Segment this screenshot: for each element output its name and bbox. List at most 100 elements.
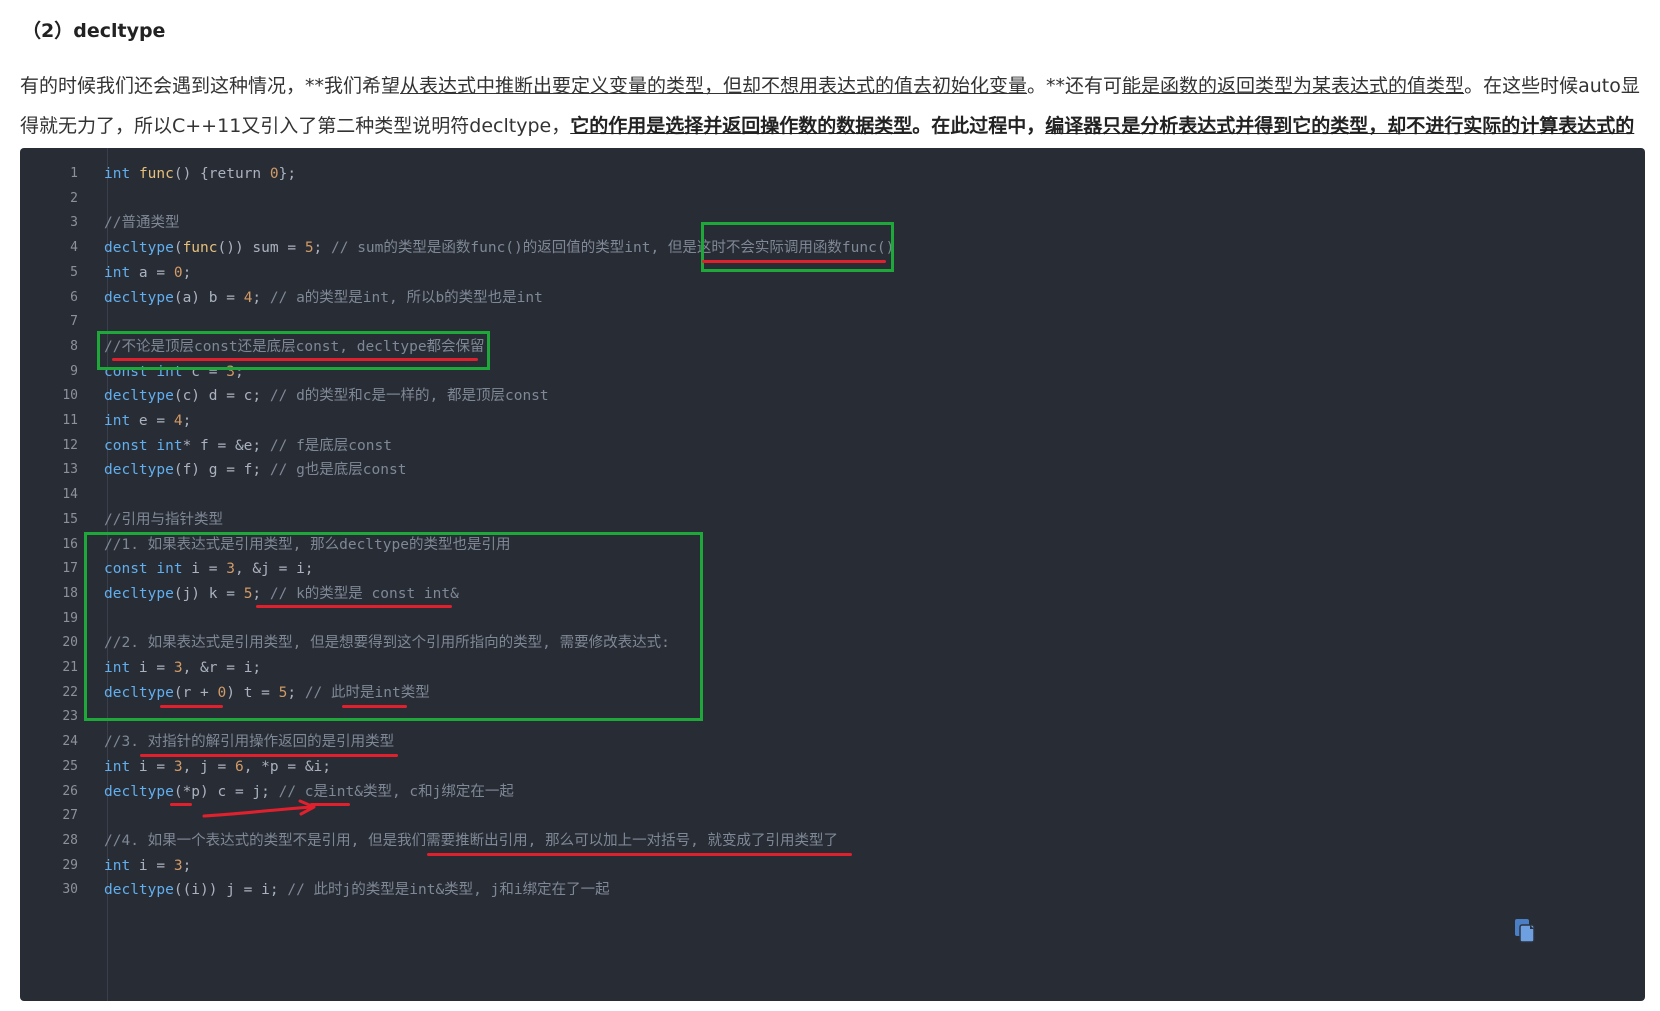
line-number: 6 — [70, 289, 78, 305]
line-number: 15 — [62, 511, 78, 527]
line-number: 9 — [70, 363, 78, 379]
annotation-underline — [112, 358, 478, 361]
code-token: ((i)) j = i; — [173, 882, 288, 899]
code-token: int — [104, 264, 131, 281]
code-line: int i = 3, j = 6, *p = &i; — [104, 754, 331, 780]
intro-underlined-text: 能是函数的返回类型为某表达式的值类型 — [1122, 75, 1465, 97]
code-token: (f) g = f; — [173, 462, 270, 479]
code-token: i = — [130, 857, 174, 874]
code-token: ()) sum = — [217, 240, 305, 257]
line-number: 2 — [70, 190, 78, 206]
code-block: 1 2 3 4 5 6 7 8 9 10 11 12 13 14 15 16 17 18 19 20 21 22 23 24 2… — [20, 148, 1645, 1001]
code-token: func — [138, 166, 174, 182]
code-token: }; — [278, 166, 297, 182]
code-token: ; — [252, 289, 270, 306]
annotation-box-func — [701, 222, 894, 272]
annotation-underline — [140, 754, 398, 757]
code-token: () {return — [173, 166, 270, 182]
code-token: , j = — [182, 758, 235, 775]
code-token: , *p = &i; — [243, 758, 332, 775]
code-token: // a的类型是int, 所以b的类型也是int — [269, 289, 543, 306]
code-token: int — [104, 166, 131, 182]
code-token: // g也是底层const — [269, 462, 407, 479]
annotation-underline — [170, 803, 192, 806]
line-number: 24 — [62, 734, 78, 750]
code-line: decltype(f) g = f; // g也是底层const — [104, 457, 406, 483]
line-number: 7 — [70, 314, 78, 330]
code-token: int — [104, 857, 131, 874]
code-token: //3. 对指针的解引用操作返回的是引用类型 — [104, 734, 395, 751]
line-number: 5 — [70, 264, 78, 280]
intro-underlined-text: 从表达式中推断出要定义变量的类型，但却不想用表达式的值去初始化变量 — [400, 75, 1028, 97]
intro-text: 。**还有可 — [1027, 75, 1123, 97]
annotation-underline — [160, 705, 223, 708]
code-line: //3. 对指针的解引用操作返回的是引用类型 — [104, 729, 394, 755]
code-token: decltype — [104, 882, 174, 899]
line-number: 23 — [62, 709, 78, 725]
code-token: 0 — [173, 264, 183, 281]
code-token: 3 — [173, 857, 183, 874]
line-number: 28 — [62, 832, 78, 848]
code-token: int — [104, 413, 131, 429]
code-token: //引用与指针类型 — [104, 511, 223, 528]
line-number: 3 — [70, 215, 78, 231]
code-line: const int* f = &e; // f是底层const — [104, 433, 392, 459]
line-number: 1 — [70, 166, 78, 181]
code-token: func — [182, 240, 218, 257]
code-token: // d的类型和c是一样的, 都是顶层const — [269, 388, 549, 405]
code-token: ; — [182, 413, 192, 429]
section-heading: （2）decltype — [22, 20, 166, 42]
code-line: decltype(a) b = 4; // a的类型是int, 所以b的类型也是… — [104, 285, 543, 311]
code-token: int — [104, 758, 131, 775]
code-line: decltype(c) d = c; // d的类型和c是一样的, 都是顶层co… — [104, 383, 549, 409]
line-number: 4 — [70, 240, 78, 256]
line-number: 8 — [70, 338, 78, 354]
code-line: int func() {return 0}; — [104, 161, 296, 187]
code-token: * f = &e; — [182, 437, 270, 454]
line-number: 12 — [62, 437, 78, 453]
code-line: int i = 3; — [104, 853, 191, 879]
line-number: 11 — [62, 413, 78, 428]
line-number: 25 — [62, 758, 78, 774]
line-number: 30 — [62, 882, 78, 898]
code-line: //普通类型 — [104, 210, 179, 236]
annotation-arrow — [202, 799, 316, 818]
line-number: 14 — [62, 487, 78, 503]
code-token: i = — [130, 758, 174, 775]
annotation-underline — [702, 260, 886, 263]
code-token: 4 — [173, 413, 183, 429]
code-line: int a = 0; — [104, 260, 191, 286]
line-number: 16 — [62, 536, 78, 552]
annotation-box-reference — [84, 532, 703, 721]
line-number: 29 — [62, 857, 78, 873]
code-token: decltype — [104, 462, 174, 479]
code-token: // f是底层const — [269, 437, 392, 454]
line-number: 20 — [62, 635, 78, 651]
intro-bold-underlined-text: 它的作用是选择并返回操作数的数据类型 — [570, 115, 913, 137]
intro-bold-text: 。在此过程中， — [912, 115, 1046, 137]
code-token: decltype — [104, 240, 174, 257]
code-token: //4. 如果一个表达式的类型不是引用, 但是我们需要推断出引用, 那么可以加上… — [104, 832, 839, 849]
line-number: 27 — [62, 808, 78, 824]
code-token: e = — [130, 413, 174, 429]
code-token: ( — [173, 240, 183, 257]
copy-icon[interactable] — [1514, 918, 1536, 944]
annotation-underline — [256, 605, 452, 608]
line-number: 19 — [62, 610, 78, 626]
code-token: decltype — [104, 289, 174, 306]
annotation-underline — [342, 705, 407, 708]
code-token: ; — [182, 857, 192, 874]
code-token: 6 — [234, 758, 244, 775]
code-line: decltype((i)) j = i; // 此时j的类型是int&类型, j… — [104, 877, 610, 903]
line-number: 18 — [62, 585, 78, 601]
line-number: 10 — [62, 388, 78, 404]
code-token: 0 — [269, 166, 279, 182]
code-token: 5 — [304, 240, 314, 257]
code-token: const int — [104, 437, 183, 454]
code-line: //4. 如果一个表达式的类型不是引用, 但是我们需要推断出引用, 那么可以加上… — [104, 828, 838, 854]
code-line: //引用与指针类型 — [104, 507, 223, 533]
code-token: (a) b = — [173, 289, 244, 306]
annotation-underline — [427, 853, 852, 856]
line-number: 26 — [62, 783, 78, 799]
